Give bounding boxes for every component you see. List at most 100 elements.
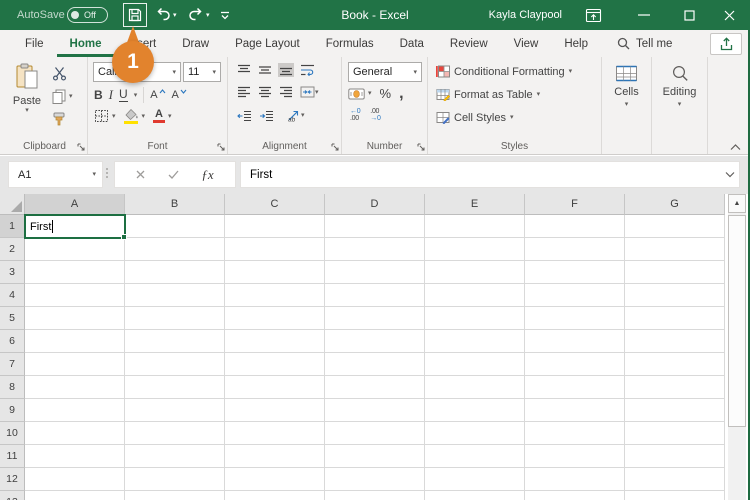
share-button[interactable] [710,33,742,55]
tab-data[interactable]: Data [387,30,437,57]
formula-bar-drag-handle[interactable] [106,168,108,178]
cell-E2[interactable] [425,238,525,261]
cell-B4[interactable] [125,284,225,307]
collapse-ribbon-icon[interactable] [730,144,741,151]
cell-F10[interactable] [525,422,625,445]
cell-styles-button[interactable]: Cell Styles ▾ [436,111,513,124]
number-format-combo[interactable]: General ▾ [348,62,422,82]
autosave-toggle[interactable]: Off [67,7,108,23]
close-button[interactable] [713,0,745,30]
number-dialog-launcher-icon[interactable] [417,143,425,151]
cell-F12[interactable] [525,468,625,491]
cell-B11[interactable] [125,445,225,468]
clipboard-dialog-launcher-icon[interactable] [77,143,85,151]
font-color-dropdown-arrow[interactable]: ▾ [168,113,172,120]
cell-D5[interactable] [325,307,425,330]
middle-align-button[interactable] [257,63,273,77]
cell-G6[interactable] [625,330,725,353]
row-header-12[interactable]: 12 [0,468,25,491]
cell-B8[interactable] [125,376,225,399]
cell-E3[interactable] [425,261,525,284]
increase-font-size-button[interactable]: A [150,89,165,101]
italic-button[interactable]: I [109,87,113,103]
cell-G8[interactable] [625,376,725,399]
fill-color-dropdown-arrow[interactable]: ▾ [142,113,146,120]
cell-B3[interactable] [125,261,225,284]
cell-E12[interactable] [425,468,525,491]
cell-C10[interactable] [225,422,325,445]
merge-center-button[interactable]: ▾ [299,85,320,99]
cell-A11[interactable] [25,445,125,468]
editing-dropdown-arrow[interactable]: ▾ [678,101,682,108]
redo-dropdown-arrow[interactable]: ▾ [206,11,210,19]
cell-D2[interactable] [325,238,425,261]
copy-dropdown-arrow[interactable]: ▾ [69,93,73,100]
cell-F11[interactable] [525,445,625,468]
cell-B7[interactable] [125,353,225,376]
align-left-button[interactable] [236,85,252,99]
orientation-button[interactable]: ab ▾ [286,108,306,123]
percent-style-button[interactable]: % [380,86,392,101]
cell-C3[interactable] [225,261,325,284]
borders-button[interactable]: ▾ [94,109,116,123]
cell-D7[interactable] [325,353,425,376]
tell-me-box[interactable]: Tell me [617,30,672,57]
format-as-table-button[interactable]: Format as Table ▾ [436,88,540,101]
cell-C11[interactable] [225,445,325,468]
enter-entry-button[interactable] [168,170,179,179]
cell-G2[interactable] [625,238,725,261]
font-dialog-launcher-icon[interactable] [217,143,225,151]
center-button[interactable] [257,85,273,99]
cell-E13[interactable] [425,491,525,500]
column-header-A[interactable]: A [25,194,125,215]
cell-F3[interactable] [525,261,625,284]
ribbon-display-options-button[interactable] [585,8,602,23]
fill-handle[interactable] [121,234,127,240]
active-cell-A1[interactable]: First [24,214,126,239]
cell-E1[interactable] [425,215,525,238]
row-header-6[interactable]: 6 [0,330,25,353]
cell-E10[interactable] [425,422,525,445]
row-header-8[interactable]: 8 [0,376,25,399]
row-header-3[interactable]: 3 [0,261,25,284]
font-size-combo[interactable]: 11 ▾ [183,62,221,82]
fill-color-button[interactable]: ▾ [124,109,146,124]
row-header-5[interactable]: 5 [0,307,25,330]
column-header-B[interactable]: B [125,194,225,215]
tab-file[interactable]: File [12,30,57,57]
cell-D3[interactable] [325,261,425,284]
font-color-button[interactable]: A ▾ [153,109,172,123]
decrease-font-size-button[interactable]: A [172,89,187,101]
cell-E11[interactable] [425,445,525,468]
paste-dropdown-arrow[interactable]: ▾ [9,107,45,114]
cell-C12[interactable] [225,468,325,491]
cell-D11[interactable] [325,445,425,468]
cell-B6[interactable] [125,330,225,353]
wrap-text-button[interactable] [299,63,316,77]
cell-E4[interactable] [425,284,525,307]
tab-page-layout[interactable]: Page Layout [222,30,313,57]
undo-dropdown-arrow[interactable]: ▾ [173,11,177,19]
cell-G11[interactable] [625,445,725,468]
cell-B2[interactable] [125,238,225,261]
cell-C7[interactable] [225,353,325,376]
cell-B1[interactable] [125,215,225,238]
cell-A4[interactable] [25,284,125,307]
expand-formula-bar-icon[interactable] [725,171,735,178]
tab-draw[interactable]: Draw [169,30,222,57]
cell-B13[interactable] [125,491,225,500]
bottom-align-button[interactable] [278,63,294,77]
cell-C2[interactable] [225,238,325,261]
cell-A9[interactable] [25,399,125,422]
cell-E7[interactable] [425,353,525,376]
cell-E5[interactable] [425,307,525,330]
cell-B9[interactable] [125,399,225,422]
customize-quick-access-toolbar-button[interactable] [219,9,231,21]
paste-button[interactable]: Paste ▾ [9,63,45,114]
tab-view[interactable]: View [501,30,552,57]
underline-button[interactable]: U [119,88,128,102]
scroll-up-button[interactable]: ▲ [728,194,746,213]
cut-button[interactable] [52,66,73,81]
accounting-format-button[interactable]: ▾ [348,88,372,100]
column-header-G[interactable]: G [625,194,725,215]
